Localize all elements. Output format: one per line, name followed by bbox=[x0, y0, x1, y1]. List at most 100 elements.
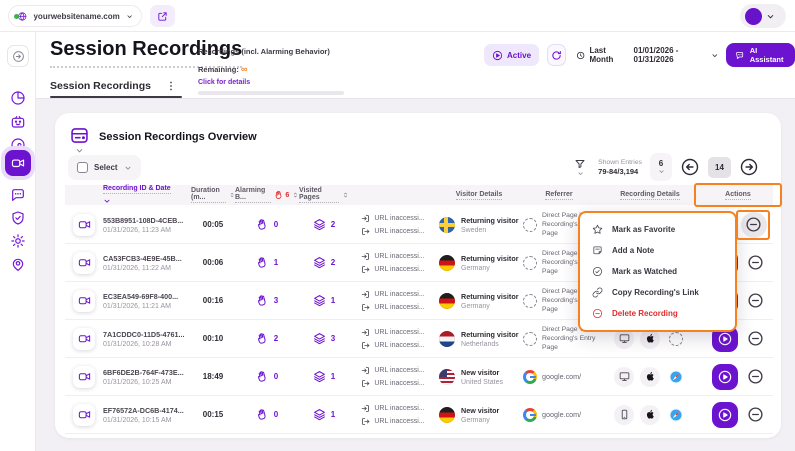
exit-page-url[interactable]: URL inaccessi... bbox=[361, 341, 424, 350]
ai-assistant-button[interactable]: AI Assistant bbox=[726, 43, 795, 67]
sidebar-item-visitors[interactable] bbox=[10, 256, 26, 272]
page-size-selector[interactable]: 6 bbox=[650, 153, 672, 181]
column-alarming-behavior[interactable]: Alarming B... 6 bbox=[235, 187, 299, 203]
account-menu[interactable] bbox=[740, 4, 786, 28]
website-selector[interactable]: yourwebsitename.com bbox=[8, 5, 142, 27]
status-filter-button[interactable]: Active bbox=[484, 44, 539, 66]
current-page-indicator[interactable]: 14 bbox=[708, 157, 731, 178]
play-recording-button[interactable] bbox=[712, 364, 738, 390]
recording-id[interactable]: CA53FCB3-4E9E-45B... bbox=[103, 254, 182, 263]
select-checkbox[interactable] bbox=[77, 162, 88, 173]
tab-session-recordings[interactable]: Session Recordings bbox=[50, 80, 177, 92]
more-actions-button[interactable] bbox=[747, 368, 764, 385]
sidebar-item-privacy[interactable] bbox=[10, 210, 26, 226]
column-visitor-details[interactable]: Visitor Details bbox=[437, 191, 521, 200]
desktop-device-icon bbox=[614, 367, 634, 387]
refresh-icon bbox=[551, 50, 562, 61]
more-actions-button[interactable] bbox=[747, 292, 764, 309]
duration-value: 00:16 bbox=[203, 296, 223, 305]
infinity-value: ∞ bbox=[241, 64, 247, 74]
arrow-right-circle-icon bbox=[739, 157, 759, 177]
alarming-count: 0 bbox=[274, 410, 278, 419]
more-actions-button-active[interactable] bbox=[741, 212, 767, 238]
context-menu-item[interactable]: Mark as Favorite bbox=[580, 219, 735, 240]
entry-page-url[interactable]: URL inaccessi... bbox=[361, 404, 424, 413]
recording-id[interactable]: EC3EA549-69F8-400... bbox=[103, 292, 178, 301]
entry-page-url[interactable]: URL inaccessi... bbox=[361, 328, 424, 337]
more-actions-button[interactable] bbox=[747, 330, 764, 347]
tab-menu-dots-icon[interactable] bbox=[165, 80, 177, 92]
direct-visit-icon bbox=[523, 218, 537, 232]
table-row[interactable]: EF76572A-DC6B-4174... 01/31/2026, 10:15 … bbox=[65, 396, 773, 434]
recording-id[interactable]: 7A1CDDC0-11D5-4761... bbox=[103, 330, 185, 339]
more-actions-button[interactable] bbox=[747, 254, 764, 271]
refresh-button[interactable] bbox=[547, 44, 566, 66]
entry-page-url[interactable]: URL inaccessi... bbox=[361, 252, 424, 261]
visitor-country: Germany bbox=[461, 303, 519, 310]
visited-pages-count: 2 bbox=[331, 258, 335, 267]
exit-page-url[interactable]: URL inaccessi... bbox=[361, 227, 424, 236]
sidebar-item-settings[interactable] bbox=[10, 233, 26, 249]
sort-icon[interactable] bbox=[342, 191, 349, 199]
funnel-icon bbox=[574, 158, 586, 170]
recording-id[interactable]: 553B8951-108D-4CEB... bbox=[103, 216, 183, 225]
table-row[interactable]: 6BF6DE2B-764F-473E... 01/31/2026, 10:25 … bbox=[65, 358, 773, 396]
sidebar-item-session-recordings[interactable] bbox=[5, 150, 31, 176]
sidebar-collapse-button[interactable] bbox=[7, 45, 29, 67]
entry-page-url[interactable]: URL inaccessi... bbox=[361, 366, 424, 375]
open-website-button[interactable] bbox=[150, 5, 175, 27]
play-circle-icon bbox=[492, 50, 503, 61]
filter-button[interactable] bbox=[570, 158, 590, 177]
click-for-details-link[interactable]: Click for details bbox=[198, 79, 348, 86]
avatar bbox=[745, 8, 762, 25]
recording-id[interactable]: 6BF6DE2B-764F-473E... bbox=[103, 368, 184, 377]
column-duration[interactable]: Duration (m... bbox=[191, 187, 235, 203]
play-recording-button[interactable] bbox=[712, 402, 738, 428]
chevron-down-icon[interactable] bbox=[75, 146, 84, 155]
select-all-control[interactable]: Select bbox=[68, 155, 141, 180]
alarm-hand-icon bbox=[274, 190, 284, 200]
column-recording-details[interactable]: Recording Details bbox=[597, 191, 703, 200]
column-actions[interactable]: Actions bbox=[703, 191, 773, 200]
sidebar-item-heatmaps[interactable] bbox=[10, 114, 26, 130]
more-actions-button[interactable] bbox=[747, 406, 764, 423]
context-menu-label: Delete Recording bbox=[612, 309, 678, 318]
context-menu-item[interactable]: Add a Note bbox=[580, 240, 735, 261]
recording-id[interactable]: EF76572A-DC6B-4174... bbox=[103, 406, 184, 415]
country-flag-icon bbox=[439, 217, 455, 233]
visitor-country: Netherlands bbox=[461, 341, 519, 348]
sidebar-item-dashboard[interactable] bbox=[10, 90, 26, 106]
exit-page-icon bbox=[361, 265, 370, 274]
clock-icon bbox=[576, 50, 585, 61]
sort-icon[interactable] bbox=[292, 191, 299, 199]
entry-page-url[interactable]: URL inaccessi... bbox=[361, 214, 424, 223]
column-visited-pages[interactable]: Visited Pages bbox=[299, 187, 349, 203]
mobile-device-icon bbox=[614, 405, 634, 425]
date-range-selector[interactable]: 01/01/2026 - 01/31/2026 bbox=[634, 46, 719, 64]
exit-page-url[interactable]: URL inaccessi... bbox=[361, 265, 424, 274]
sidebar-item-feedback[interactable] bbox=[10, 187, 26, 203]
column-recording-id-date[interactable]: Recording ID & Date bbox=[103, 185, 191, 205]
visitor-type: Returning visitor bbox=[461, 330, 519, 339]
context-menu-item[interactable]: Mark as Watched bbox=[580, 261, 735, 282]
context-menu-label: Mark as Watched bbox=[612, 267, 677, 276]
exit-page-url[interactable]: URL inaccessi... bbox=[361, 303, 424, 312]
exit-page-url[interactable]: URL inaccessi... bbox=[361, 417, 424, 426]
row-actions-context-menu: Mark as FavoriteAdd a Note Mark as Watche… bbox=[578, 211, 737, 332]
globe-icon bbox=[17, 10, 27, 23]
column-referrer[interactable]: Referrer bbox=[521, 191, 597, 200]
more-actions-button[interactable] bbox=[745, 216, 762, 233]
previous-page-button[interactable] bbox=[680, 157, 700, 177]
entry-page-url[interactable]: URL inaccessi... bbox=[361, 290, 424, 299]
entry-page-icon bbox=[361, 214, 370, 223]
recording-camera-icon bbox=[73, 404, 95, 426]
period-selector[interactable]: Last Month bbox=[576, 46, 625, 64]
next-page-button[interactable] bbox=[739, 157, 759, 177]
exit-page-url[interactable]: URL inaccessi... bbox=[361, 379, 424, 388]
status-dot bbox=[14, 14, 19, 19]
visited-pages-count: 3 bbox=[331, 334, 335, 343]
context-menu-item[interactable]: Copy Recording's Link bbox=[580, 282, 735, 303]
alarm-hand-icon bbox=[256, 256, 269, 269]
context-menu-item[interactable]: Delete Recording bbox=[580, 303, 735, 324]
date-range-value: 01/01/2026 - 01/31/2026 bbox=[634, 46, 708, 64]
